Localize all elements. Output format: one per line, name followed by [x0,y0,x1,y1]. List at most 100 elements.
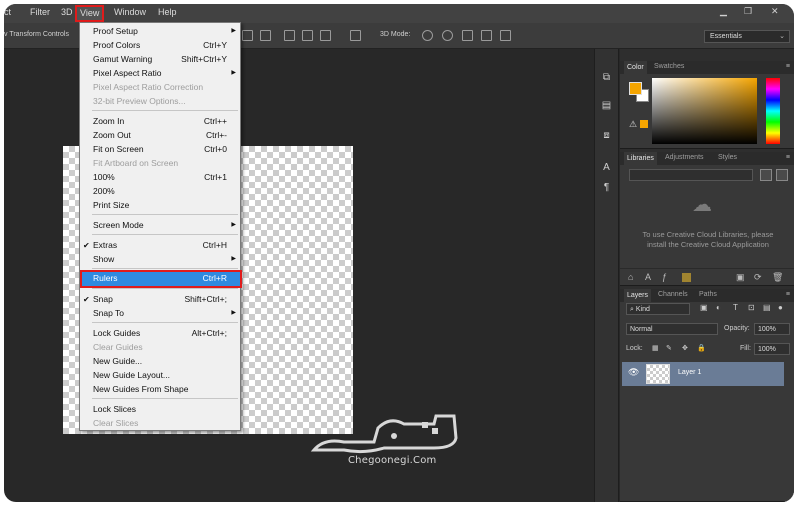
3d-rotate-icon[interactable] [422,30,433,41]
menu-item-screen-mode[interactable]: Screen Mode ▶ [80,219,240,232]
filter-pixel-icon[interactable]: ▣ [700,303,708,312]
history-icon[interactable]: ⧉ [600,71,613,84]
character-icon[interactable]: A [600,161,613,174]
trash-icon[interactable]: 🗑 [772,272,783,283]
filter-smart-object-icon[interactable]: ▤ [763,303,771,312]
menu-item-zoom-in[interactable]: Zoom In Ctrl++ [80,115,240,128]
menu-item-32bit-preview-options: 32-bit Preview Options... [80,95,240,108]
close-icon[interactable]: ✕ [771,6,779,17]
lock-transparent-icon[interactable]: ▦ [652,344,659,352]
filter-type-icon[interactable]: T [733,303,738,312]
3d-roll-icon[interactable] [442,30,453,41]
color-picker-field[interactable] [652,78,757,144]
grid-view-icon[interactable] [760,169,772,181]
view-menu-dropdown: Proof Setup ▶ Proof Colors Ctrl+Y Gamut Wa… [79,22,242,431]
clone-source-icon[interactable]: ⧈ [600,129,613,142]
menu-item-lock-guides[interactable]: Lock Guides Alt+Ctrl+; [80,327,240,340]
menu-select[interactable]: ct [4,7,11,17]
stock-icon[interactable]: ▣ [736,272,745,283]
add-character-style-icon[interactable]: A [645,272,651,282]
align-left-icon[interactable] [284,30,295,41]
opacity-field[interactable]: 100% [754,323,790,335]
menu-item-new-guide[interactable]: New Guide... [80,355,240,368]
sync-icon[interactable]: ⟳ [754,272,762,283]
menu-item-shortcut: Ctrl+1 [204,172,227,182]
tab-adjustments[interactable]: Adjustments [665,154,704,161]
menu-item-100-percent[interactable]: 100% Ctrl+1 [80,171,240,184]
menu-item-new-guide-layout[interactable]: New Guide Layout... [80,369,240,382]
filter-adjustment-icon[interactable]: ◐ [716,303,721,312]
add-graphic-icon[interactable]: ⌂ [628,272,633,282]
add-color-icon[interactable] [682,273,691,282]
eye-icon[interactable]: 👁 [628,367,639,378]
panel-menu-icon[interactable]: ≡ [786,63,790,70]
menu-item-proof-colors[interactable]: Proof Colors Ctrl+Y [80,39,240,52]
tab-styles[interactable]: Styles [718,154,737,161]
menu-item-fit-artboard-on-screen: Fit Artboard on Screen [80,157,240,170]
layer-name[interactable]: Layer 1 [678,369,701,376]
paragraph-icon[interactable]: ¶ [600,181,613,194]
lock-image-icon[interactable]: ✎ [666,344,672,352]
menu-item-extras[interactable]: ✔ Extras Ctrl+H [80,239,240,252]
panel-menu-icon[interactable]: ≡ [786,154,790,161]
menu-window[interactable]: Window [114,7,146,17]
menu-item-snap-to[interactable]: Snap To ▶ [80,307,240,320]
3d-pan-icon[interactable] [462,30,473,41]
menu-3d[interactable]: 3D [61,7,73,17]
library-select[interactable] [629,169,753,181]
align-hcenter-icon[interactable] [302,30,313,41]
list-view-icon[interactable] [776,169,788,181]
blend-mode-select[interactable]: Normal [626,323,718,335]
tab-channels[interactable]: Channels [658,291,688,298]
menu-item-lock-slices[interactable]: Lock Slices [80,403,240,416]
menu-item-shortcut: Ctrl+- [205,130,227,140]
hue-slider[interactable] [766,78,780,144]
tab-libraries[interactable]: Libraries [624,152,657,165]
menu-item-new-guides-from-shape[interactable]: New Guides From Shape [80,383,240,396]
menu-item-200-percent[interactable]: 200% [80,185,240,198]
tab-swatches[interactable]: Swatches [654,63,684,70]
panel-menu-icon[interactable]: ≡ [786,291,790,298]
menu-filter[interactable]: Filter [30,7,50,17]
workspace-select[interactable]: Essentials ⌄ [704,30,790,43]
lock-position-icon[interactable]: ✥ [682,344,688,352]
add-layer-style-icon[interactable]: ƒ [662,272,667,282]
menu-item-fit-on-screen[interactable]: Fit on Screen Ctrl+0 [80,143,240,156]
restore-icon[interactable]: ❐ [744,6,752,17]
menu-item-rulers[interactable]: Rulers Ctrl+R [80,270,242,288]
menu-item-pixel-aspect-ratio[interactable]: Pixel Aspect Ratio ▶ [80,67,240,80]
filter-toggle-icon[interactable]: ● [778,303,783,312]
menu-view[interactable]: View [75,5,105,22]
tab-layers[interactable]: Layers [624,289,652,302]
menu-help[interactable]: Help [158,7,177,17]
tab-color[interactable]: Color [624,61,647,74]
distribute-icon[interactable] [350,30,361,41]
3d-scale-icon[interactable] [500,30,511,41]
menu-item-shortcut: Ctrl+R [202,273,227,283]
align-top-icon[interactable] [242,30,253,41]
minimize-icon[interactable]: ▁ [720,6,727,17]
libraries-message: To use Creative Cloud Libraries, please … [642,230,774,249]
3d-slide-icon[interactable] [481,30,492,41]
menu-item-proof-setup[interactable]: Proof Setup ▶ [80,25,240,38]
gamut-warning-swatch[interactable] [640,120,648,128]
transform-controls-label[interactable]: v Transform Controls [4,31,69,38]
properties-icon[interactable]: ▤ [600,99,613,112]
foreground-color-swatch[interactable] [629,82,642,95]
filter-shape-icon[interactable]: ⊡ [748,303,755,312]
menu-item-show[interactable]: Show ▶ [80,253,240,266]
align-vcenter-icon[interactable] [260,30,271,41]
menu-item-print-size[interactable]: Print Size [80,199,240,212]
chevron-down-icon: ⌄ [779,33,785,40]
checkmark-icon: ✔ [83,241,90,250]
menu-item-snap[interactable]: ✔ Snap Shift+Ctrl+; [80,293,240,306]
menu-item-zoom-out[interactable]: Zoom Out Ctrl+- [80,129,240,142]
lock-all-icon[interactable]: 🔒 [697,344,706,352]
fill-field[interactable]: 100% [754,343,790,355]
menu-item-pixel-aspect-ratio-correction: Pixel Aspect Ratio Correction [80,81,240,94]
tab-paths[interactable]: Paths [699,291,717,298]
layer-row[interactable]: 👁 Layer 1 [622,362,784,386]
layer-filter-select[interactable]: ⌕ Kind [626,303,690,315]
menu-item-gamut-warning[interactable]: Gamut Warning Shift+Ctrl+Y [80,53,240,66]
align-right-icon[interactable] [320,30,331,41]
